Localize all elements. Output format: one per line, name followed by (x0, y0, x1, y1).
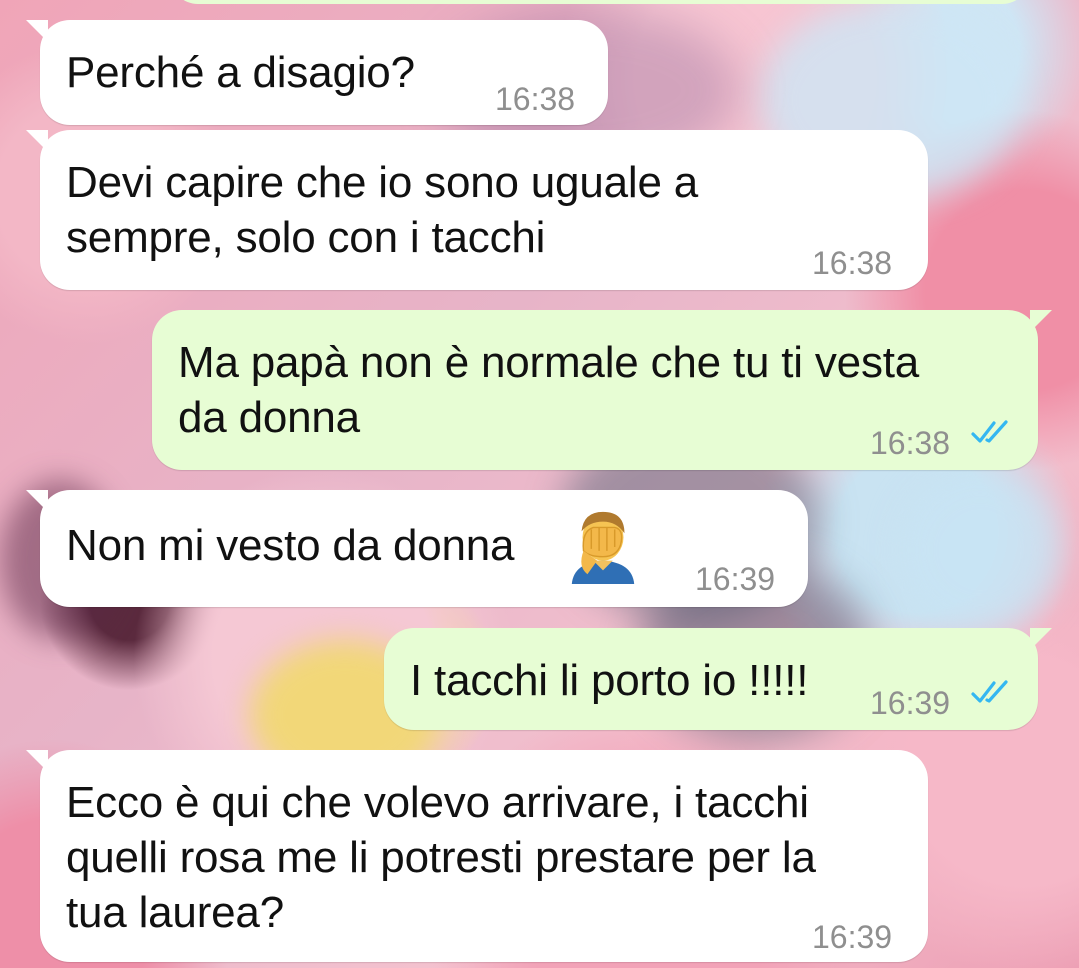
bubble-tail (26, 490, 48, 512)
incoming-message[interactable]: Perché a disagio? 16:38 (26, 20, 608, 125)
bubble-tail (26, 130, 48, 152)
message-text: Devi capire che io sono uguale a sempre,… (66, 158, 699, 262)
message-timestamp: 16:39 (870, 685, 951, 721)
outgoing-message[interactable]: I tacchi li porto io !!!!! 16:39 (384, 628, 1052, 730)
bubble-tail (1030, 310, 1052, 332)
bubble-tail (26, 20, 48, 42)
double-check-read-icon (971, 420, 1008, 443)
outgoing-message[interactable]: Ma papà non è normale che tu ti vesta da… (152, 310, 1052, 470)
message-timestamp: 16:38 (870, 425, 951, 461)
message-text: Perché a disagio? (66, 48, 415, 97)
message-text: I tacchi li porto io !!!!! (410, 656, 809, 705)
incoming-message[interactable]: Devi capire che io sono uguale a sempre,… (26, 130, 928, 290)
message-timestamp: 16:39 (812, 919, 893, 955)
message-timestamp: 16:38 (812, 245, 893, 281)
incoming-message[interactable]: Ecco è qui che volevo arrivare, i tacchi… (26, 750, 928, 962)
message-text: Ma papà non è normale che tu ti vesta da… (178, 338, 920, 442)
bubble-tail (1030, 628, 1052, 650)
message-text: Non mi vesto da donna (66, 521, 515, 570)
previous-message-bubble (170, 0, 1030, 4)
bubble-tail (26, 750, 48, 772)
double-check-read-icon (971, 680, 1008, 703)
message-timestamp: 16:38 (495, 81, 576, 117)
message-text: Ecco è qui che volevo arrivare, i tacchi… (66, 778, 816, 937)
incoming-message[interactable]: Non mi vesto da donna 16:39 (26, 490, 808, 607)
message-timestamp: 16:39 (695, 561, 776, 597)
man-facepalming-emoji (571, 511, 635, 584)
